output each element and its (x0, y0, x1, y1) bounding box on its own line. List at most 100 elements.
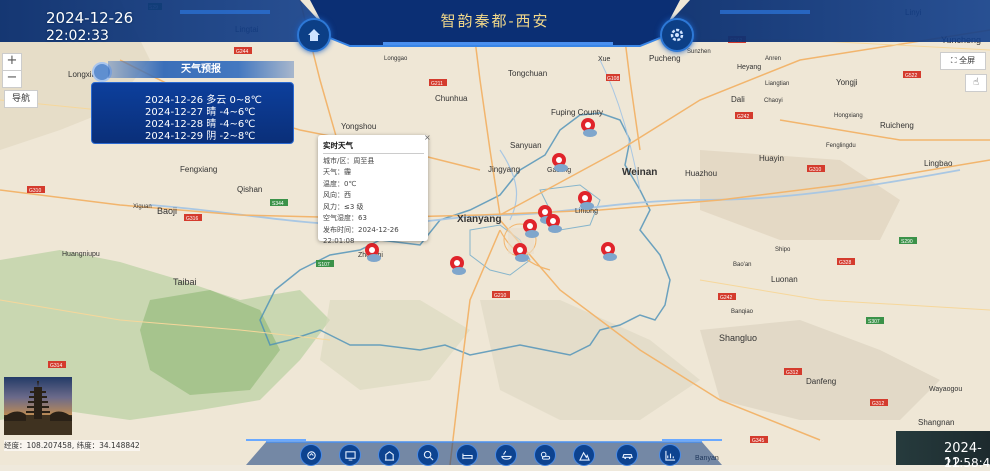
dock-monitor-button[interactable] (339, 444, 361, 466)
dock-chart-button[interactable] (659, 444, 681, 466)
forecast-panel: 2024-12-26 多云 0~8℃ 2024-12-27 晴 -4~6℃ 20… (91, 82, 294, 144)
svg-text:G522: G522 (905, 73, 917, 79)
svg-text:Baoji: Baoji (157, 206, 177, 216)
svg-text:Luonan: Luonan (771, 275, 798, 284)
food-icon (500, 450, 512, 460)
weather-forecast-tab[interactable]: 天气预报 (108, 61, 294, 78)
svg-text:Anren: Anren (765, 56, 781, 62)
svg-text:Jingyang: Jingyang (488, 165, 520, 174)
search-icon (423, 450, 433, 460)
svg-text:Yongji: Yongji (836, 78, 858, 87)
dock-search-button[interactable] (417, 444, 439, 466)
dock-building-button[interactable] (378, 444, 400, 466)
popup-title: 实时天气 (323, 140, 424, 154)
svg-text:Banqiao: Banqiao (731, 309, 754, 315)
svg-text:Tongchuan: Tongchuan (508, 69, 547, 78)
coordinates-readout: 经度：108.207458, 纬度：34.148842 (4, 440, 140, 451)
close-icon[interactable]: × (424, 133, 431, 142)
svg-text:G242: G242 (737, 114, 749, 120)
svg-text:Shipo: Shipo (775, 247, 791, 253)
svg-text:G314: G314 (50, 363, 62, 369)
pagoda-photo (4, 377, 72, 435)
popup-row: 风向：西 (323, 191, 351, 199)
home-icon (308, 29, 320, 41)
bottom-time: 21:58:40 (944, 456, 990, 470)
svg-text:G244: G244 (236, 49, 248, 55)
popup-row: 发布时间：2024-12-26 22:01:08 (323, 225, 399, 246)
popup-row: 风力：≤3 级 (323, 202, 364, 211)
building-icon (384, 450, 394, 461)
svg-text:S290: S290 (901, 239, 913, 245)
zoom-in-button[interactable]: + (2, 53, 22, 71)
fullscreen-button[interactable]: ⛶ 全屏 (940, 52, 986, 70)
dock-weather-button[interactable] (534, 444, 556, 466)
svg-text:Shangluo: Shangluo (719, 333, 757, 343)
home-button[interactable] (297, 18, 331, 52)
svg-text:G242: G242 (720, 295, 732, 301)
svg-text:Danfeng: Danfeng (806, 377, 836, 386)
forecast-row: 2024-12-26 多云 0~8℃ (145, 95, 262, 106)
page-title: 智韵秦都-西安 (440, 12, 550, 30)
popup-row: 温度：0℃ (323, 179, 357, 188)
svg-text:G210: G210 (494, 293, 506, 299)
nav-button[interactable]: 导航 (4, 90, 38, 108)
svg-text:Bao'an: Bao'an (733, 262, 752, 268)
zoom-out-button[interactable]: − (2, 70, 22, 88)
svg-text:Sanyuan: Sanyuan (510, 141, 542, 150)
svg-text:Xianyang: Xianyang (457, 214, 501, 225)
svg-text:S107: S107 (318, 262, 330, 268)
svg-text:G312: G312 (786, 370, 798, 376)
svg-text:Liangtian: Liangtian (765, 81, 789, 87)
fullscreen-label: 全屏 (959, 56, 976, 65)
svg-text:G345: G345 (752, 438, 764, 444)
expand-icon: ⛶ (950, 56, 960, 65)
svg-text:Huazhou: Huazhou (685, 169, 717, 178)
svg-text:Lingbao: Lingbao (924, 159, 953, 168)
svg-text:Dali: Dali (731, 95, 745, 104)
svg-text:Huayin: Huayin (759, 154, 784, 163)
home-icon (306, 450, 316, 460)
weather-icon (540, 451, 550, 460)
svg-text:Wayaogou: Wayaogou (929, 386, 962, 393)
svg-text:S344: S344 (272, 201, 284, 207)
dock-car-button[interactable] (616, 444, 638, 466)
svg-text:G312: G312 (872, 401, 884, 407)
svg-text:Longgao: Longgao (384, 56, 408, 62)
gear-icon (670, 28, 684, 42)
svg-text:Weinan: Weinan (622, 167, 657, 178)
svg-text:Chaoyi: Chaoyi (764, 98, 783, 104)
forecast-row: 2024-12-29 阴 -2~8℃ (145, 131, 256, 142)
svg-text:Xiguan: Xiguan (133, 204, 152, 210)
dock-home-button[interactable] (300, 444, 322, 466)
popup-row: 空气湿度：63 (323, 214, 367, 222)
svg-text:Fuping County: Fuping County (551, 108, 603, 117)
dock-bed-button[interactable] (456, 444, 478, 466)
svg-text:Fenglingdu: Fenglingdu (826, 143, 856, 149)
svg-text:G310: G310 (809, 167, 821, 173)
svg-text:Qishan: Qishan (237, 185, 262, 194)
svg-text:G108: G108 (607, 76, 619, 82)
car-icon (621, 453, 633, 459)
svg-text:G316: G316 (186, 216, 198, 222)
dock-mountain-button[interactable] (573, 444, 595, 466)
svg-text:Heyang: Heyang (737, 64, 761, 71)
forecast-row: 2024-12-27 晴 -4~6℃ (145, 107, 256, 118)
svg-text:Huangniupu: Huangniupu (62, 251, 100, 258)
svg-text:Ruicheng: Ruicheng (880, 121, 914, 130)
svg-text:Shangnan: Shangnan (918, 418, 954, 427)
svg-text:Sunzhen: Sunzhen (687, 49, 711, 55)
pan-button[interactable]: ☝ (965, 74, 987, 92)
dock-food-button[interactable] (495, 444, 517, 466)
svg-text:Chunhua: Chunhua (435, 94, 468, 103)
bed-icon (461, 453, 473, 459)
forecast-row: 2024-12-28 晴 -4~6℃ (145, 119, 256, 130)
svg-text:S307: S307 (868, 319, 880, 325)
svg-text:Pucheng: Pucheng (649, 54, 681, 63)
settings-button[interactable] (660, 18, 694, 52)
popup-row: 城市/区：周至县 (323, 156, 375, 165)
header-time: 22:02:33 (46, 28, 109, 44)
chart-icon (664, 450, 675, 461)
mountain-icon (578, 451, 590, 461)
svg-text:Xue: Xue (598, 56, 611, 63)
svg-text:Hongxiang: Hongxiang (834, 113, 863, 119)
